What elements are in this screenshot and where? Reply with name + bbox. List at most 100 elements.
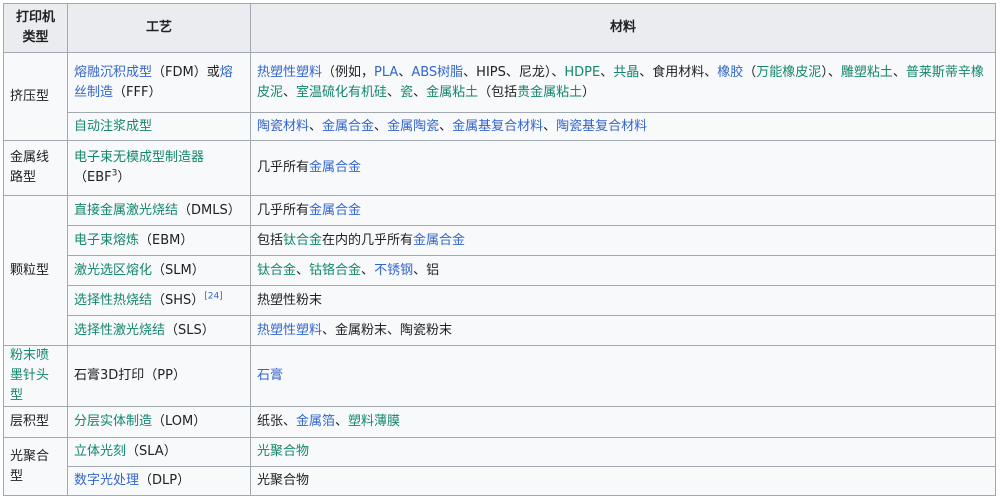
- process-cell: 直接金属激光烧结（DMLS）: [67, 195, 251, 226]
- table-row: 选择性热烧结（SHS）[24] 热塑性粉末: [4, 285, 996, 316]
- wiki-link[interactable]: 贵金属粘土: [517, 85, 582, 100]
- header-process: 工艺: [67, 3, 251, 53]
- cell-text: ）: [582, 84, 596, 100]
- material-cell: 陶瓷材料、金属合金、金属陶瓷、金属基复合材料、陶瓷基复合材料: [250, 112, 996, 141]
- process-cell: 电子束无模成型制造器（EBF3）: [67, 140, 251, 196]
- material-cell: 热塑性粉末: [250, 285, 996, 316]
- material-cell: 几乎所有金属合金: [250, 195, 996, 226]
- cell-text: （: [743, 64, 757, 80]
- cell-text: 、: [892, 64, 906, 80]
- cell-text: ）: [117, 170, 131, 185]
- wiki-link[interactable]: 电子束熔炼: [74, 233, 139, 248]
- cell-text: （DMLS）: [178, 202, 241, 218]
- wiki-link[interactable]: 选择性热烧结: [74, 293, 152, 308]
- wiki-link[interactable]: ABS树脂: [411, 65, 463, 80]
- wiki-link[interactable]: 钛合金: [257, 263, 296, 278]
- table-row: 挤压型 熔融沉积成型（FDM）或熔丝制造（FFF） 热塑性塑料（例如，PLA、ABS…: [3, 52, 996, 141]
- process-cell: 立体光刻（SLA）: [67, 437, 251, 467]
- wiki-link[interactable]: 光聚合物: [257, 444, 309, 459]
- cell-text: 、: [296, 262, 310, 278]
- wiki-link[interactable]: 立体光刻: [74, 444, 126, 459]
- cell-text: （包括: [478, 84, 518, 100]
- cell-text: （LOM）: [152, 414, 207, 429]
- wiki-link[interactable]: 石膏: [257, 368, 283, 383]
- process-cell: 石膏3D打印（PP）: [67, 345, 251, 407]
- cell-text: 、: [387, 84, 401, 100]
- cell-text: 、: [374, 118, 388, 134]
- cell-text: 、食用材料、: [639, 64, 718, 80]
- cell-text: 热塑性粉末: [257, 292, 323, 308]
- table-row: 选择性激光烧结（SLS） 热塑性塑料、金属粉末、陶瓷粉末: [4, 315, 996, 346]
- table-row: 层积型 分层实体制造（LOM） 纸张、金属箔、塑料薄膜: [3, 406, 996, 438]
- wiki-link[interactable]: HDPE: [564, 65, 600, 80]
- material-cell: 光聚合物: [250, 437, 996, 467]
- cell-text: 在内的几乎所有: [322, 232, 414, 248]
- wiki-link[interactable]: 金属基复合材料: [452, 119, 543, 134]
- wiki-link[interactable]: 热塑性塑料: [257, 65, 322, 80]
- material-cell: 石膏: [250, 345, 996, 407]
- cell-text: 石膏3D打印（PP）: [74, 368, 186, 383]
- wiki-link[interactable]: 雕塑粘土: [841, 65, 893, 80]
- cell-text: 、铝: [413, 262, 440, 278]
- cell-text: 颗粒型: [10, 262, 50, 278]
- wiki-link[interactable]: 不锈钢: [374, 263, 413, 278]
- wiki-link[interactable]: 瓷: [400, 85, 413, 100]
- wiki-link[interactable]: 万能橡皮泥: [756, 65, 821, 80]
- table-row: 激光选区熔化（SLM） 钛合金、钴铬合金、不锈钢、铝: [4, 255, 996, 286]
- process-cell: 选择性激光烧结（SLS）: [67, 315, 251, 346]
- process-cell: 选择性热烧结（SHS）[24]: [67, 285, 251, 316]
- cell-text: 、: [361, 262, 375, 278]
- header-printer-type: 打印机类型: [3, 3, 68, 53]
- table-row: 粉末喷墨针头型 石膏3D打印（PP） 石膏: [3, 345, 996, 407]
- header-material: 材料: [250, 3, 996, 53]
- process-cell: 自动注浆成型: [67, 112, 251, 141]
- wiki-link[interactable]: 金属合金: [309, 203, 361, 218]
- wiki-link[interactable]: 金属陶瓷: [387, 119, 439, 134]
- cell-text: （SLM）: [152, 262, 205, 278]
- wiki-link[interactable]: 热塑性塑料: [257, 323, 322, 338]
- table-row: 金属线路型 电子束无模成型制造器（EBF3） 几乎所有金属合金: [3, 140, 996, 196]
- wiki-link[interactable]: 金属合金: [322, 119, 374, 134]
- citation-link[interactable]: [24]: [204, 291, 222, 301]
- cell-text: 几乎所有: [257, 160, 310, 175]
- wiki-link[interactable]: 自动注浆成型: [74, 119, 152, 134]
- cell-text: （FDM）或: [152, 64, 220, 80]
- wiki-link[interactable]: 粉末喷墨针头型: [10, 348, 49, 403]
- wiki-link[interactable]: 分层实体制造: [74, 414, 152, 429]
- wiki-link[interactable]: 钴铬合金: [309, 263, 361, 278]
- material-cell: 光聚合物: [250, 466, 996, 496]
- cell-text: 、: [335, 414, 349, 429]
- wiki-link[interactable]: 熔融沉积成型: [74, 65, 152, 80]
- wiki-link[interactable]: 直接金属激光烧结: [74, 203, 178, 218]
- material-cell: 纸张、金属箔、塑料薄膜: [250, 406, 996, 438]
- wiki-link[interactable]: 陶瓷材料: [257, 119, 309, 134]
- table-row: 自动注浆成型 陶瓷材料、金属合金、金属陶瓷、金属基复合材料、陶瓷基复合材料: [4, 112, 996, 141]
- material-cell: 钛合金、钴铬合金、不锈钢、铝: [250, 255, 996, 286]
- table-body: 挤压型 熔融沉积成型（FDM）或熔丝制造（FFF） 热塑性塑料（例如，PLA、ABS…: [3, 52, 996, 496]
- cell-text: （EBM）: [139, 232, 194, 248]
- wiki-link[interactable]: 金属合金: [413, 233, 465, 248]
- wiki-link[interactable]: 选择性激光烧结: [74, 323, 165, 338]
- cell-text: 、: [309, 118, 323, 134]
- material-cell: 包括钛合金在内的几乎所有金属合金: [250, 225, 996, 256]
- wiki-link[interactable]: 激光选区熔化: [74, 263, 152, 278]
- wiki-link[interactable]: 橡胶: [717, 65, 743, 80]
- wiki-link[interactable]: 金属粘土: [426, 85, 478, 100]
- process-cell: 熔融沉积成型（FDM）或熔丝制造（FFF）: [67, 52, 251, 113]
- cell-text: 、: [600, 64, 614, 80]
- wiki-link[interactable]: PLA: [374, 65, 398, 80]
- wiki-link[interactable]: 金属箔: [296, 414, 335, 429]
- cell-text: （EBF: [74, 170, 112, 185]
- wiki-link[interactable]: 塑料薄膜: [348, 414, 400, 429]
- wiki-link[interactable]: 室温硫化有机硅: [296, 85, 387, 100]
- wiki-link[interactable]: 金属合金: [309, 160, 361, 175]
- wiki-link[interactable]: 钛合金: [283, 233, 322, 248]
- cell-text: 金属线路型: [10, 150, 50, 185]
- cell-text: ）、: [821, 64, 841, 80]
- cell-text: 光聚合型: [10, 448, 50, 484]
- wiki-link[interactable]: 共晶: [613, 65, 639, 80]
- wiki-link[interactable]: 陶瓷基复合材料: [556, 119, 647, 134]
- wiki-link[interactable]: 电子束无模成型制造器: [74, 150, 204, 165]
- table-row: 颗粒型 直接金属激光烧结（DMLS） 几乎所有金属合金: [3, 195, 996, 346]
- printer-types-table: 打印机类型 工艺 材料 挤压型 熔融沉积成型（FDM）或熔丝制造（FFF） 热塑性塑…: [3, 3, 996, 496]
